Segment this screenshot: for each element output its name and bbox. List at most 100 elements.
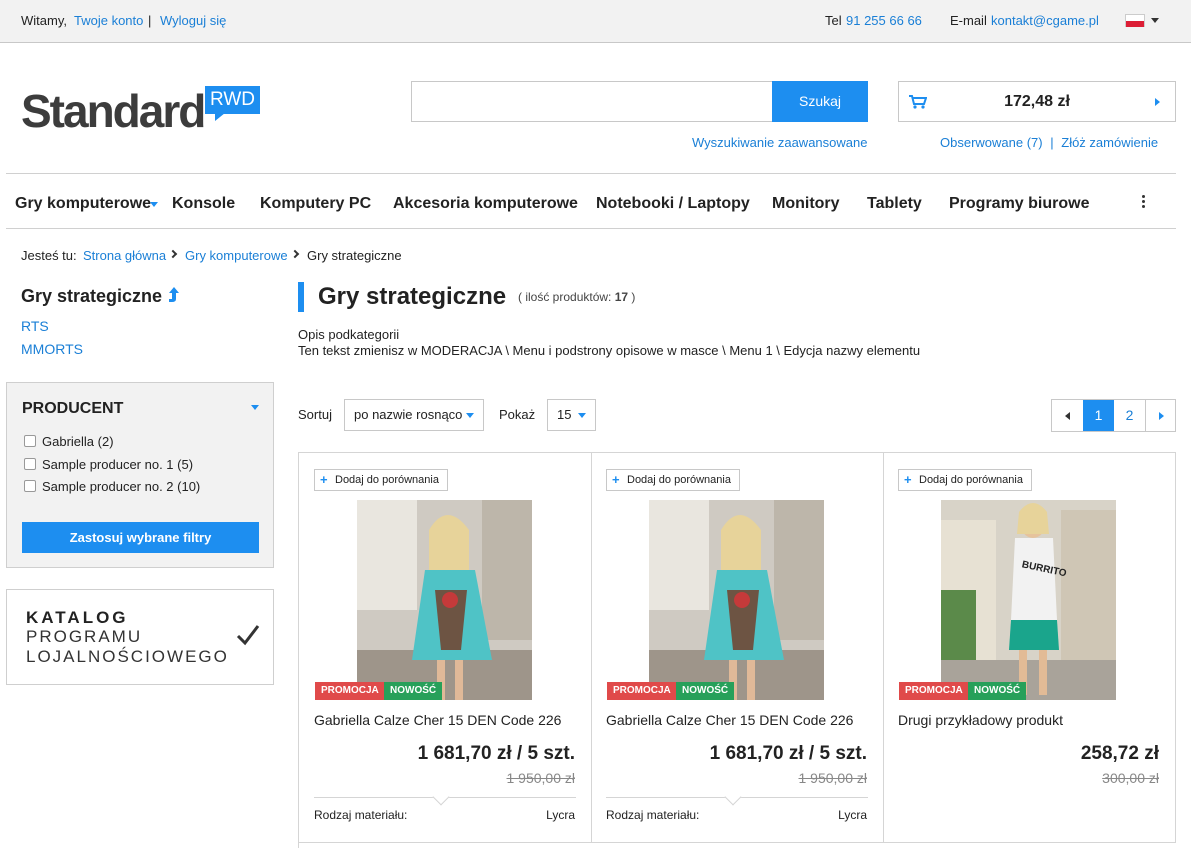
filter-option-label[interactable]: Sample producer no. 2 (10)	[42, 479, 200, 494]
product-name[interactable]: Gabriella Calze Cher 15 DEN Code 226	[314, 712, 561, 728]
language-flag-icon[interactable]	[1125, 14, 1145, 27]
prev-page-button[interactable]	[1052, 400, 1083, 431]
page-2-button[interactable]: 2	[1114, 400, 1145, 431]
breadcrumb-category[interactable]: Gry komputerowe	[185, 248, 288, 264]
chevron-down-icon	[466, 413, 474, 418]
loyalty-line-2: PROGRAMU	[26, 627, 143, 646]
filter-checkbox[interactable]	[24, 458, 36, 470]
place-order-link[interactable]: Złóż zamówienie	[1061, 135, 1158, 150]
cart-button[interactable]: 172,48 zł	[898, 81, 1176, 122]
product-card[interactable]: + Dodaj do porównania BURRITO PROMOCJA N…	[883, 453, 1176, 843]
email-link[interactable]: kontakt@cgame.pl	[991, 13, 1099, 29]
attribute-value: Lycra	[546, 808, 575, 822]
main-nav: Gry komputerowe Konsole Komputery PC Akc…	[6, 173, 1176, 229]
product-image[interactable]	[649, 500, 824, 700]
product-name[interactable]: Gabriella Calze Cher 15 DEN Code 226	[606, 712, 853, 728]
filter-checkbox[interactable]	[24, 435, 36, 447]
filter-option-label[interactable]: Sample producer no. 1 (5)	[42, 457, 193, 472]
nav-item-programy-biurowe[interactable]: Programy biurowe	[949, 194, 1089, 214]
watched-link[interactable]: Obserwowane (7)	[940, 135, 1043, 150]
compare-label: Dodaj do porównania	[627, 474, 731, 486]
plus-icon: +	[320, 472, 328, 487]
nav-item-notebooki[interactable]: Notebooki / Laptopy	[596, 194, 750, 214]
advanced-search-link[interactable]: Wyszukiwanie zaawansowane	[692, 135, 867, 150]
loyalty-catalog-banner[interactable]: KATALOG PROGRAMU LOJALNOŚCIOWEGO	[6, 589, 274, 685]
breadcrumb-home[interactable]: Strona główna	[83, 248, 166, 264]
page-1-button[interactable]: 1	[1083, 400, 1114, 431]
nav-item-konsole[interactable]: Konsole	[172, 194, 235, 214]
search-button[interactable]: Szukaj	[772, 81, 868, 122]
more-menu-icon[interactable]	[1142, 195, 1146, 210]
language-dropdown-icon[interactable]	[1151, 18, 1159, 23]
header-separator: |	[1050, 135, 1054, 150]
sidebar-title: Gry strategiczne	[21, 286, 163, 306]
sidebar-link-rts[interactable]: RTS	[21, 318, 49, 334]
add-to-compare-button[interactable]: + Dodaj do porównania	[314, 469, 448, 491]
nav-item-tablety[interactable]: Tablety	[867, 194, 922, 214]
phone-label: Tel	[825, 13, 842, 28]
product-image[interactable]: BURRITO	[941, 500, 1116, 700]
attribute-label: Rodzaj materiału:	[606, 808, 700, 822]
nav-item-monitory[interactable]: Monitory	[772, 194, 840, 214]
new-badge: NOWOŚĆ	[676, 682, 735, 700]
filter-checkbox[interactable]	[24, 480, 36, 492]
logout-link[interactable]: Wyloguj się	[160, 13, 226, 29]
new-badge: NOWOŚĆ	[384, 682, 443, 700]
product-name[interactable]: Drugi przykładowy produkt	[898, 712, 1063, 728]
filter-collapse-icon[interactable]	[251, 405, 259, 410]
product-price: 1 681,70 zł / 5 szt.	[709, 743, 867, 764]
breadcrumb-chevron-icon	[168, 249, 178, 259]
account-link[interactable]: Twoje konto	[74, 13, 143, 29]
product-old-price: 1 950,00 zł	[798, 770, 868, 786]
product-count: ( ilość produktów: 17 )	[518, 290, 636, 304]
sidebar-link-mmorts[interactable]: MMORTS	[21, 341, 83, 357]
promo-badge: PROMOCJA	[315, 682, 385, 700]
breadcrumb-current: Gry strategiczne	[307, 248, 402, 263]
topbar-separator: |	[148, 13, 152, 28]
add-to-compare-button[interactable]: + Dodaj do porównania	[606, 469, 740, 491]
nav-item-komputery-pc[interactable]: Komputery PC	[260, 194, 371, 214]
product-price: 258,72 zł	[1080, 743, 1159, 764]
attribute-label: Rodzaj materiału:	[314, 808, 408, 822]
search-input[interactable]	[411, 81, 772, 122]
phone-link[interactable]: 91 255 66 66	[846, 13, 922, 29]
next-page-button[interactable]	[1145, 400, 1176, 431]
plus-icon: +	[612, 472, 620, 487]
per-page-select[interactable]: 15	[547, 399, 596, 431]
email-label: E-mail	[950, 13, 987, 28]
logo[interactable]: Standard	[21, 86, 206, 136]
title-accent	[298, 282, 304, 312]
welcome-text: Witamy,	[21, 13, 67, 28]
show-label: Pokaż	[499, 407, 536, 422]
category-up-icon[interactable]	[168, 287, 180, 303]
apply-filters-button[interactable]: Zastosuj wybrane filtry	[22, 522, 259, 553]
pagination: 1 2	[1051, 399, 1176, 432]
divider-notch	[432, 788, 450, 806]
product-card[interactable]: + Dodaj do porównania PROMOCJA NOWOŚĆ Ga…	[299, 453, 592, 843]
breadcrumb-label: Jesteś tu:	[21, 248, 77, 263]
new-badge: NOWOŚĆ	[968, 682, 1027, 700]
sort-value: po nazwie rosnąco	[354, 407, 463, 422]
loyalty-line-3: LOJALNOŚCIOWEGO	[26, 647, 229, 666]
per-page-value: 15	[557, 407, 572, 422]
product-old-price: 300,00 zł	[1102, 770, 1159, 786]
product-price: 1 681,70 zł / 5 szt.	[417, 743, 575, 764]
product-old-price: 1 950,00 zł	[506, 770, 576, 786]
add-to-compare-button[interactable]: + Dodaj do porównania	[898, 469, 1032, 491]
nav-item-akcesoria[interactable]: Akcesoria komputerowe	[393, 194, 578, 214]
product-image[interactable]	[357, 500, 532, 700]
product-card[interactable]: + Dodaj do porównania PROMOCJA NOWOŚĆ Ga…	[591, 453, 884, 843]
nav-item-gry-komputerowe[interactable]: Gry komputerowe	[15, 194, 151, 214]
compare-label: Dodaj do porównania	[919, 474, 1023, 486]
breadcrumb-chevron-icon	[290, 249, 300, 259]
checkmark-icon	[236, 625, 260, 646]
plus-icon: +	[904, 472, 912, 487]
divider-notch	[724, 788, 742, 806]
sort-select[interactable]: po nazwie rosnąco	[344, 399, 484, 431]
filter-option-label[interactable]: Gabriella (2)	[42, 434, 114, 449]
cart-arrow-icon	[1155, 98, 1160, 106]
chevron-down-icon[interactable]	[150, 202, 158, 207]
chevron-down-icon	[578, 413, 586, 418]
description-text: Ten tekst zmienisz w MODERACJA \ Menu i …	[298, 343, 921, 358]
product-grid: + Dodaj do porównania PROMOCJA NOWOŚĆ Ga…	[298, 452, 1176, 848]
